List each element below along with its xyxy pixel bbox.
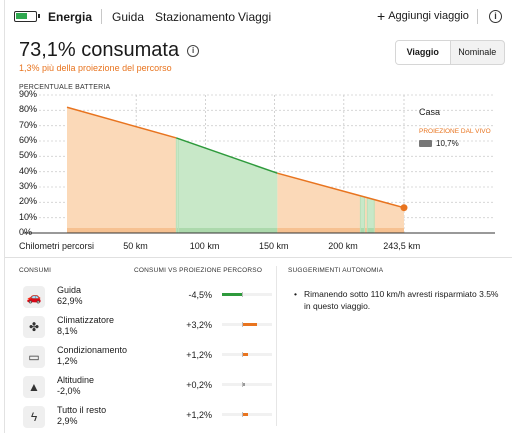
- delta-bar-zero: [242, 292, 243, 297]
- consumption-delta: +1,2%: [186, 410, 212, 420]
- end-point-marker: [400, 204, 408, 212]
- x-tick-label: 200 km: [328, 241, 358, 251]
- consumption-label: Guida: [57, 285, 82, 295]
- consumption-delta: -4,5%: [188, 290, 212, 300]
- consumption-value: 1,2%: [57, 356, 78, 366]
- consumption-headline: 73,1% consumata i: [19, 39, 200, 62]
- add-trip-button[interactable]: + Aggiungi viaggio: [377, 7, 469, 24]
- segment-strip: [360, 228, 365, 233]
- legend-home-label: Casa: [419, 107, 441, 117]
- consumption-row[interactable]: ✤ Climatizzatore 8,1% +3,2%: [19, 315, 272, 341]
- fan-icon: ✤: [23, 316, 45, 338]
- y-tick-label: 90%: [19, 89, 38, 99]
- consumption-row[interactable]: ▲ Altitudine -2,0% +0,2%: [19, 375, 272, 401]
- consumption-value: 62,9%: [57, 296, 83, 306]
- delta-bar-fill: [243, 383, 245, 386]
- consumption-value: 8,1%: [57, 326, 78, 336]
- delta-bar-fill: [243, 413, 249, 416]
- nav-divider: [101, 9, 102, 24]
- tab-stazionamento[interactable]: Stazionamento: [155, 10, 235, 24]
- segment-area-over: [277, 173, 361, 233]
- consumption-label: Tutto il resto: [57, 405, 107, 415]
- projection-value-text: 10,7%: [436, 139, 459, 148]
- y-tick-label: 50%: [19, 150, 38, 161]
- consumption-row[interactable]: ϟ Tutto il resto 2,9% +1,2%: [19, 405, 272, 431]
- tab-viaggi[interactable]: Viaggi: [238, 10, 271, 24]
- consumption-delta: +3,2%: [186, 320, 212, 330]
- y-tick-label: 40%: [19, 165, 38, 176]
- toggle-nominale[interactable]: Nominale: [451, 41, 505, 64]
- top-nav: Energia Guida Stazionamento Viaggi + Agg…: [5, 0, 512, 33]
- column-divider: [276, 266, 277, 426]
- delta-bar-fill: [222, 293, 242, 296]
- add-trip-label: Aggiungi viaggio: [388, 10, 469, 22]
- segment-strip: [367, 228, 375, 233]
- delta-bar: [222, 412, 272, 417]
- projection-delta-text: 1,3% più della proiezione del percorso: [19, 63, 172, 73]
- mountain-icon: ▲: [23, 376, 45, 398]
- consumption-value: -2,0%: [57, 386, 81, 396]
- headline-text: 73,1% consumata: [19, 39, 180, 61]
- segment-area-under: [178, 138, 278, 233]
- x-tick-label: 50 km: [123, 241, 148, 251]
- y-tick-label: 0%: [19, 227, 33, 237]
- consumption-row[interactable]: 🚗 Guida 62,9% -4,5%: [19, 285, 272, 311]
- segment-area-under: [367, 197, 375, 233]
- range-tip: Rimanendo sotto 110 km/h avresti risparm…: [294, 288, 499, 312]
- y-tick-label: 10%: [19, 211, 38, 222]
- delta-bar: [222, 322, 272, 327]
- delta-bar-fill: [243, 353, 249, 356]
- tab-energia[interactable]: Energia: [48, 10, 92, 24]
- segment-strip: [67, 228, 177, 233]
- delta-bar: [222, 352, 272, 357]
- y-tick-label: 80%: [19, 104, 38, 115]
- headline-info-icon[interactable]: i: [187, 44, 200, 57]
- segment-strip: [277, 228, 361, 233]
- x-axis-title: Chilometri percorsi: [19, 241, 95, 251]
- tab-guida[interactable]: Guida: [112, 10, 144, 24]
- consumption-label: Climatizzatore: [57, 315, 115, 325]
- y-tick-label: 60%: [19, 135, 38, 145]
- section-title-consumi: CONSUMI: [19, 267, 52, 274]
- segment-area-under: [360, 195, 365, 233]
- legend-projection-label: PROIEZIONE DAL VIVO: [419, 128, 491, 135]
- battery-conditioning-icon: ▭: [23, 346, 45, 368]
- nav-divider-right: [477, 9, 478, 24]
- segment-strip: [178, 228, 278, 233]
- info-icon[interactable]: i: [489, 10, 502, 23]
- y-tick-label: 70%: [19, 119, 38, 130]
- segment-area-over: [67, 107, 177, 233]
- delta-bar-fill: [243, 323, 258, 326]
- lightning-icon: ϟ: [23, 406, 45, 428]
- x-tick-label: 243,5 km: [383, 241, 421, 251]
- legend-projection-value: 10,7%: [419, 139, 459, 148]
- x-tick-label: 100 km: [189, 241, 220, 251]
- plus-icon: +: [377, 7, 386, 24]
- delta-bar: [222, 292, 272, 297]
- consumption-label: Altitudine: [57, 375, 95, 385]
- consumption-value: 2,9%: [57, 416, 78, 426]
- segment-area-over: [374, 199, 404, 233]
- consumption-delta: +1,2%: [186, 350, 212, 360]
- x-tick-label: 150 km: [258, 241, 289, 251]
- delta-bar: [222, 382, 272, 387]
- consumption-row[interactable]: ▭ Condizionamento 1,2% +1,2%: [19, 345, 272, 371]
- view-toggle: Viaggio Nominale: [395, 40, 505, 65]
- car-icon: 🚗: [23, 286, 45, 308]
- segment-strip: [374, 228, 404, 233]
- y-tick-label: 30%: [19, 181, 38, 191]
- battery-chip-icon: [419, 140, 432, 147]
- consumption-delta: +0,2%: [186, 380, 212, 390]
- y-tick-label: 20%: [19, 196, 38, 207]
- section-title-vs-projection: CONSUMI VS PROIEZIONE PERCORSO: [134, 267, 263, 274]
- battery-icon: [14, 11, 40, 22]
- section-title-tips: SUGGERIMENTI AUTONOMIA: [288, 267, 384, 274]
- energy-app: Energia Guida Stazionamento Viaggi + Agg…: [4, 0, 512, 433]
- section-divider: [5, 257, 512, 258]
- consumption-label: Condizionamento: [57, 345, 128, 355]
- toggle-viaggio[interactable]: Viaggio: [396, 41, 451, 64]
